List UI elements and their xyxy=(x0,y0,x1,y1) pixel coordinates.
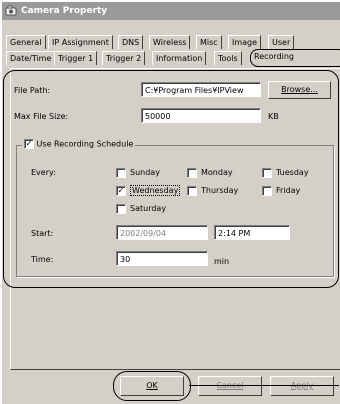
time-input[interactable]: 30 xyxy=(116,251,208,266)
start-label: Start: xyxy=(31,229,54,238)
camera-property-dialog: Camera Property General IP Assignment DN… xyxy=(2,2,340,404)
tab-label: DNS xyxy=(122,38,140,47)
tab-ip-assignment[interactable]: IP Assignment xyxy=(48,35,113,49)
tab-label: Trigger 1 xyxy=(58,54,94,63)
sunday-label: Sunday xyxy=(130,168,160,177)
pointer-line xyxy=(189,385,339,386)
max-file-size-input[interactable]: 50000 xyxy=(141,108,261,123)
thursday-checkbox[interactable] xyxy=(187,186,197,196)
saturday-label: Saturday xyxy=(130,204,167,213)
monday-checkbox[interactable] xyxy=(187,168,197,178)
tab-general[interactable]: General xyxy=(6,35,46,49)
tab-label: Image xyxy=(232,38,258,47)
start-date-input[interactable]: 2002/09/04 xyxy=(116,225,208,240)
tab-row-1: General IP Assignment DNS Wireless Misc … xyxy=(6,35,340,49)
tab-trigger-1[interactable]: Trigger 1 xyxy=(54,51,98,65)
friday-checkbox[interactable] xyxy=(262,186,272,196)
kb-unit: KB xyxy=(268,112,279,121)
every-label: Every: xyxy=(31,168,56,177)
wednesday-label: Wednesday xyxy=(130,185,181,196)
camera-icon xyxy=(5,5,17,16)
tab-date-time[interactable]: Date/Time xyxy=(6,51,56,65)
tab-trigger-2[interactable]: Trigger 2 xyxy=(102,51,146,65)
tab-label: General xyxy=(10,38,42,47)
ok-highlight xyxy=(113,371,191,401)
window-title: Camera Property xyxy=(21,6,108,16)
sunday-checkbox[interactable] xyxy=(116,168,126,178)
cancel-button[interactable]: Cancel xyxy=(198,376,262,396)
thursday-label: Thursday xyxy=(201,186,239,195)
tab-misc[interactable]: Misc xyxy=(196,35,222,49)
tab-image[interactable]: Image xyxy=(228,35,262,49)
tab-label: Wireless xyxy=(153,38,187,47)
title-bar: Camera Property xyxy=(2,2,340,20)
wednesday-checkbox[interactable]: ✓ xyxy=(116,186,126,196)
tab-tools[interactable]: Tools xyxy=(214,51,242,65)
max-file-size-label: Max File Size: xyxy=(14,112,69,121)
browse-button[interactable]: Browse... xyxy=(268,81,331,99)
start-time-input[interactable]: 2:14 PM xyxy=(214,225,290,240)
monday-label: Monday xyxy=(201,168,233,177)
saturday-checkbox[interactable] xyxy=(116,204,126,214)
tab-label: Trigger 2 xyxy=(106,54,142,63)
tab-label: User xyxy=(272,38,291,47)
tab-dns[interactable]: DNS xyxy=(118,35,144,49)
tab-label: Recording xyxy=(254,52,295,61)
tab-label: Misc xyxy=(200,38,218,47)
tab-label: Information xyxy=(156,54,203,63)
apply-button[interactable]: Apply xyxy=(270,376,334,396)
tab-wireless[interactable]: Wireless xyxy=(149,35,191,49)
tab-row-2: Date/Time Trigger 1 Trigger 2 Informatio… xyxy=(6,49,340,67)
tab-label: Date/Time xyxy=(10,54,52,63)
browse-label: Browse... xyxy=(281,85,318,94)
use-recording-schedule-label: Use Recording Schedule xyxy=(36,139,134,149)
tab-user[interactable]: User xyxy=(268,35,295,49)
min-unit: min xyxy=(214,257,230,266)
file-path-label: File Path: xyxy=(14,86,51,95)
time-label: Time: xyxy=(31,255,54,264)
use-recording-schedule[interactable]: ✓ Use Recording Schedule xyxy=(22,139,136,149)
tab-label: Tools xyxy=(218,54,238,63)
tuesday-checkbox[interactable] xyxy=(262,168,272,178)
use-recording-schedule-checkbox[interactable]: ✓ xyxy=(24,139,34,149)
tab-information[interactable]: Information xyxy=(152,51,207,65)
tuesday-label: Tuesday xyxy=(276,168,309,177)
tab-label: IP Assignment xyxy=(52,38,109,47)
tab-recording[interactable]: Recording xyxy=(250,49,340,67)
friday-label: Friday xyxy=(276,186,301,195)
file-path-input[interactable]: C:¥Program Files¥IPView xyxy=(141,82,261,97)
